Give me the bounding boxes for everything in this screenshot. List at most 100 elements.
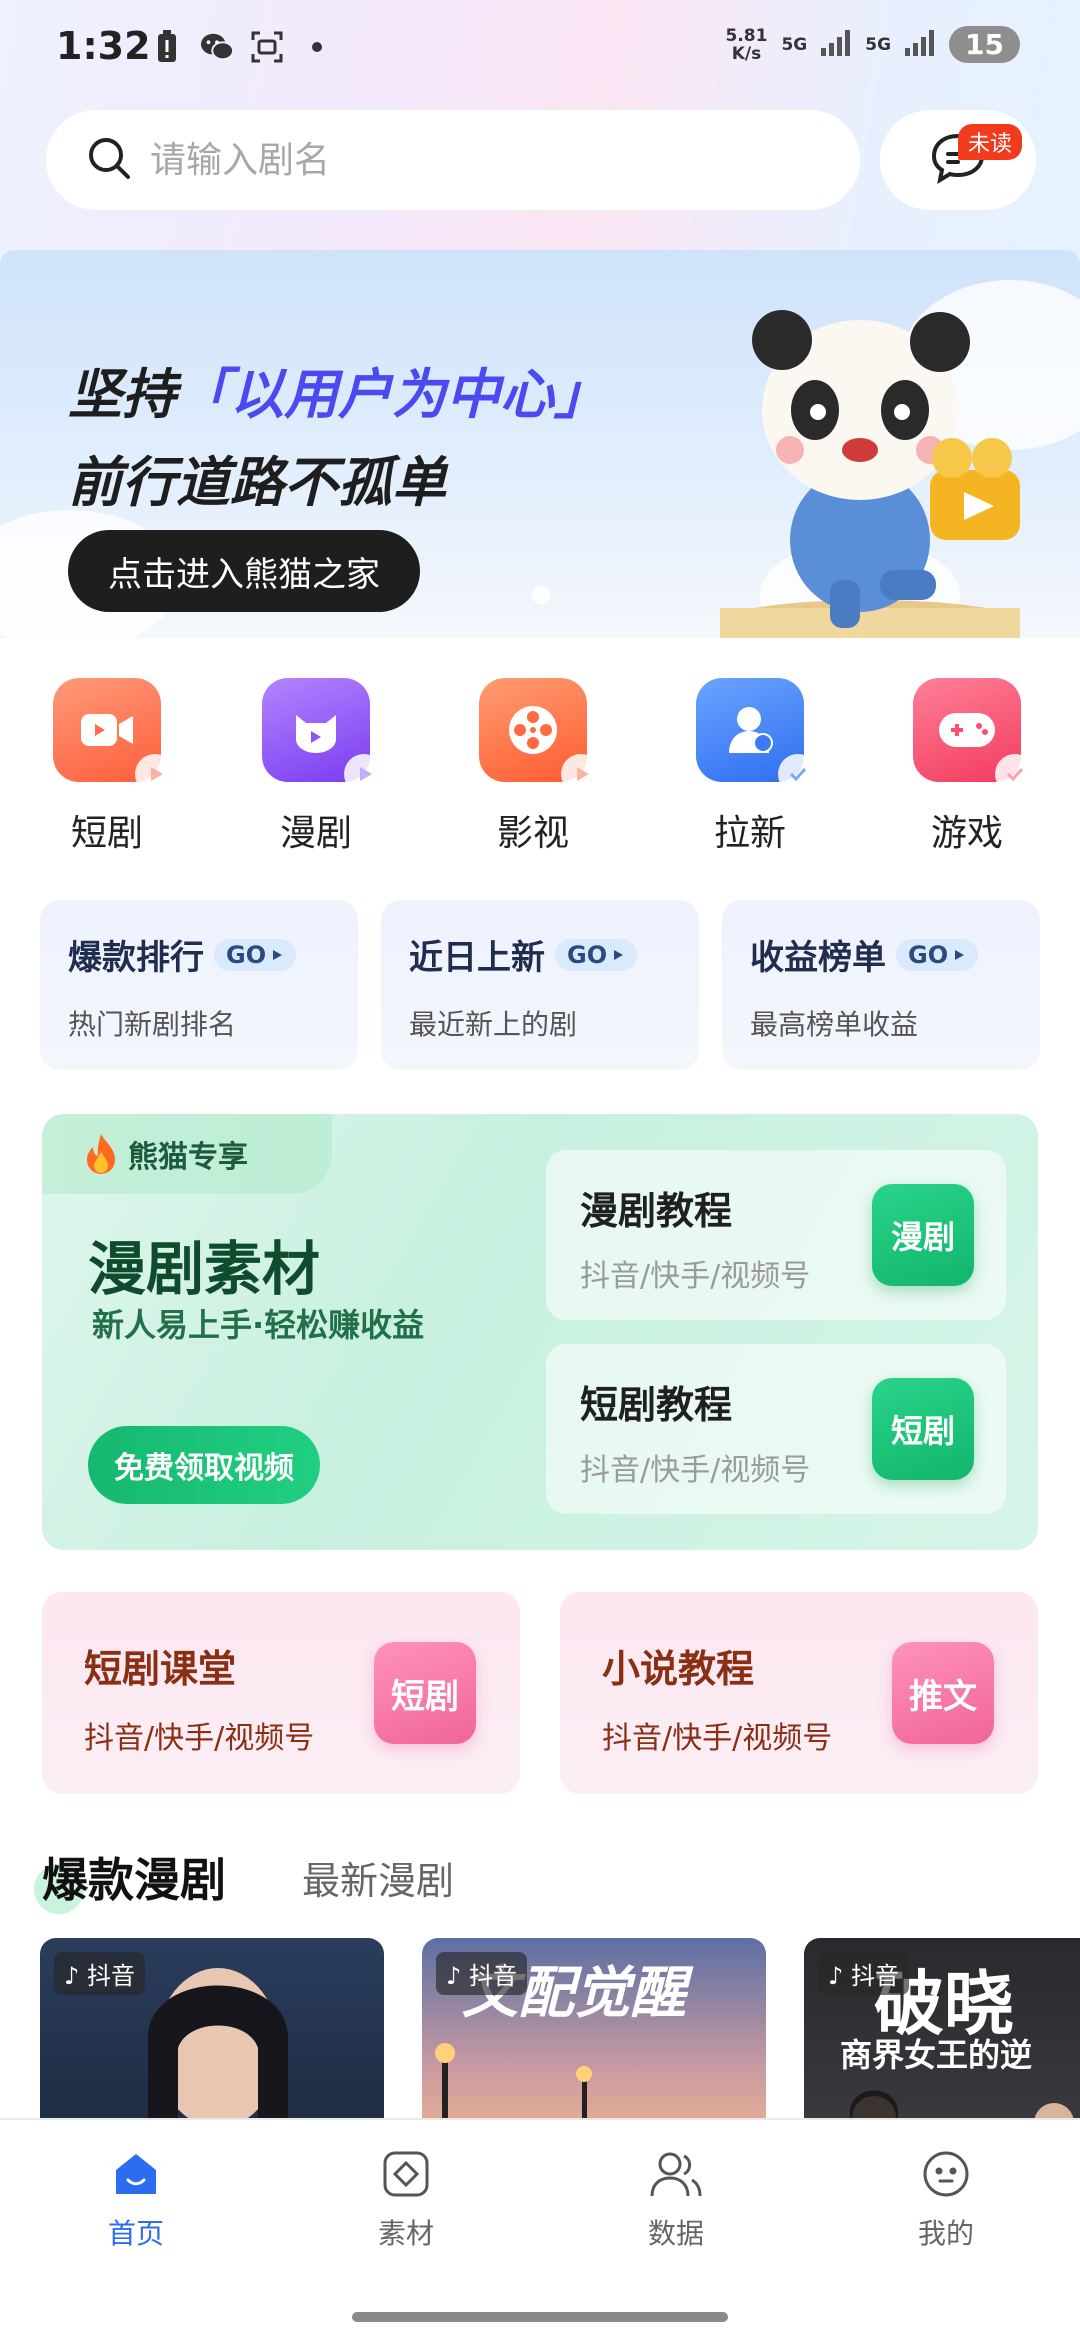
film-reel-icon xyxy=(479,678,601,794)
tutorial-tag: 短剧 xyxy=(872,1378,974,1480)
material-icon xyxy=(383,2151,429,2197)
comic-material-title: 漫剧素材 xyxy=(88,1235,321,1303)
network2-label: 5G xyxy=(865,34,892,55)
bottom-navigation: 首页 素材 数据 我的 xyxy=(0,2118,1080,2340)
nav-label: 我的 xyxy=(917,2217,974,2250)
comic-tutorial-card[interactable]: 漫剧教程 抖音/快手/视频号 漫剧 xyxy=(546,1150,1006,1320)
search-bar[interactable] xyxy=(46,110,860,210)
category-label: 漫剧 xyxy=(279,813,352,854)
search-icon xyxy=(86,135,132,185)
novel-tutorial-card[interactable]: 小说教程 抖音/快手/视频号 推文 xyxy=(560,1592,1038,1794)
category-label: 游戏 xyxy=(930,813,1003,854)
signal-icon-2 xyxy=(905,29,935,60)
quick-card-title: 近日上新 GO xyxy=(409,930,671,979)
category-short-drama[interactable]: 短剧 xyxy=(32,678,182,856)
invite-user-icon xyxy=(696,678,818,794)
status-notification-icons xyxy=(150,30,334,64)
go-label: GO xyxy=(226,940,267,969)
quick-card-sub: 最高榜单收益 xyxy=(750,1008,919,1041)
play-arrow-icon xyxy=(955,949,965,960)
home-icon xyxy=(116,2154,156,2194)
quick-title-text: 近日上新 xyxy=(409,938,545,978)
category-label: 影视 xyxy=(496,813,569,854)
wechat-icon xyxy=(200,30,234,64)
platform-label: 抖音 xyxy=(86,1962,135,1990)
play-icon xyxy=(135,754,175,794)
platform-label: 抖音 xyxy=(468,1962,517,1990)
play-icon xyxy=(561,754,601,794)
quick-title-text: 收益榜单 xyxy=(750,938,886,978)
nav-material[interactable]: 素材 xyxy=(346,2148,466,2252)
quick-card-hot-ranking[interactable]: 爆款排行 GO 热门新剧排名 xyxy=(40,900,358,1070)
panda-exclusive-tag: 熊猫专享 xyxy=(42,1114,332,1194)
check-icon xyxy=(995,754,1035,794)
quick-card-earnings-rank[interactable]: 收益榜单 GO 最高榜单收益 xyxy=(722,900,1040,1070)
quick-title-text: 爆款排行 xyxy=(68,938,204,978)
network-speed: 5.81 K/s xyxy=(725,27,767,63)
platform-badge: ♪ 抖音 xyxy=(818,1952,909,1995)
home-indicator[interactable] xyxy=(352,2312,728,2322)
platform-label: 抖音 xyxy=(850,1962,899,1990)
check-icon xyxy=(778,754,818,794)
banner-highlight: 「以用户为中心」 xyxy=(176,363,608,426)
platform-badge: ♪ 抖音 xyxy=(54,1952,145,1995)
panda-home-button[interactable]: 点击进入熊猫之家 xyxy=(68,530,420,612)
panda-mascot-icon xyxy=(720,310,1020,638)
short-drama-class-card[interactable]: 短剧课堂 抖音/快手/视频号 短剧 xyxy=(42,1592,520,1794)
play-arrow-icon xyxy=(273,949,283,960)
nav-label: 素材 xyxy=(377,2217,434,2250)
status-right: 5.81 K/s 5G 5G 15 xyxy=(725,26,1020,63)
category-film-tv[interactable]: 影视 xyxy=(458,678,608,856)
banner-prefix: 坚持 xyxy=(68,363,176,426)
unread-badge: 未读 xyxy=(958,124,1023,160)
go-pill: GO xyxy=(555,938,638,971)
category-invite[interactable]: 拉新 xyxy=(675,678,825,856)
tab-latest-comics[interactable]: 最新漫剧 xyxy=(302,1850,454,1905)
tab-hot-comics[interactable]: 爆款漫剧 xyxy=(42,1844,226,1910)
profile-face-icon xyxy=(923,2151,969,2197)
search-input[interactable] xyxy=(150,139,790,181)
tiktok-icon: ♪ xyxy=(828,1962,844,1990)
free-video-button[interactable]: 免费领取视频 xyxy=(88,1426,320,1504)
play-icon xyxy=(344,754,384,794)
promo-banner[interactable]: 坚持「以用户为中心」 前行道路不孤单 点击进入熊猫之家 xyxy=(0,250,1080,638)
short-drama-tutorial-card[interactable]: 短剧教程 抖音/快手/视频号 短剧 xyxy=(546,1344,1006,1514)
carousel-indicator[interactable] xyxy=(532,586,550,604)
category-label: 短剧 xyxy=(70,813,143,854)
nav-profile[interactable]: 我的 xyxy=(886,2148,1006,2252)
banner-headline-2: 前行道路不孤单 xyxy=(68,451,446,514)
go-label: GO xyxy=(908,940,949,969)
quick-card-sub: 最近新上的剧 xyxy=(409,1008,578,1041)
scan-icon xyxy=(250,30,284,64)
pink-card-tag: 推文 xyxy=(892,1642,994,1744)
speed-unit: K/s xyxy=(731,43,762,64)
go-pill: GO xyxy=(896,938,979,971)
battery-alert-icon xyxy=(150,30,184,64)
banner-headline-1: 坚持「以用户为中心」 xyxy=(68,350,608,429)
comic-material-subtitle: 新人易上手·轻松赚收益 xyxy=(92,1306,425,1344)
status-bar: 1:32 5.81 K/s 5G 5G 15 xyxy=(0,0,1080,100)
nav-home[interactable]: 首页 xyxy=(76,2148,196,2252)
pink-card-tag: 短剧 xyxy=(374,1642,476,1744)
category-row: 短剧 漫剧 影视 拉新 游戏 xyxy=(0,678,1080,878)
nav-label: 数据 xyxy=(647,2217,704,2250)
cartoon-cat-icon xyxy=(262,678,384,794)
battery-level: 15 xyxy=(949,26,1020,63)
video-camera-icon xyxy=(53,678,175,794)
tutorial-tag: 漫剧 xyxy=(872,1184,974,1286)
tiktok-icon: ♪ xyxy=(446,1962,462,1990)
signal-icon xyxy=(821,29,851,60)
quick-card-new-today[interactable]: 近日上新 GO 最近新上的剧 xyxy=(381,900,699,1070)
nav-data[interactable]: 数据 xyxy=(616,2148,736,2252)
panda-exclusive-panel: 熊猫专享 漫剧素材 新人易上手·轻松赚收益 免费领取视频 漫剧教程 抖音/快手/… xyxy=(42,1114,1038,1550)
status-time: 1:32 xyxy=(56,24,151,68)
category-game[interactable]: 游戏 xyxy=(892,678,1042,856)
network1-label: 5G xyxy=(781,34,808,55)
data-users-icon xyxy=(650,2152,702,2197)
category-comic-drama[interactable]: 漫剧 xyxy=(241,678,391,856)
quick-card-title: 爆款排行 GO xyxy=(68,930,330,979)
quick-card-sub: 热门新剧排名 xyxy=(68,1008,237,1041)
message-button[interactable]: 未读 xyxy=(880,110,1036,210)
nav-label: 首页 xyxy=(107,2217,164,2250)
dot-icon xyxy=(300,30,334,64)
